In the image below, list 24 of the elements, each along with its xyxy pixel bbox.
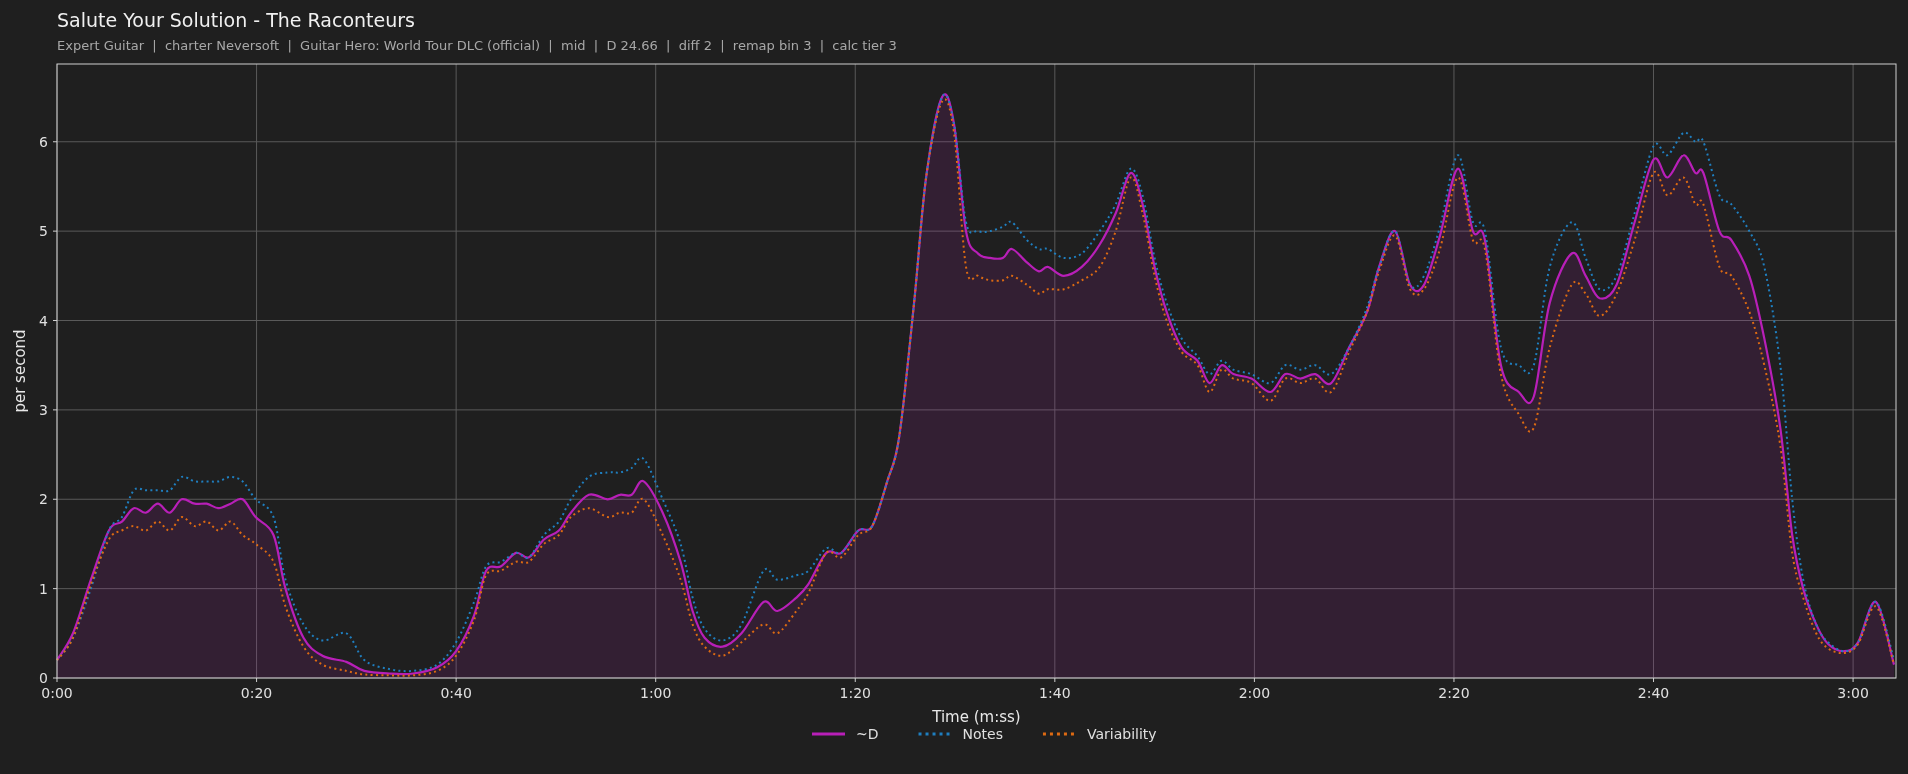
x-tick-label: 2:20: [1438, 685, 1470, 701]
x-tick-label: 3:00: [1837, 685, 1869, 701]
chart-subtitle: Expert Guitar | charter Neversoft | Guitar Hero: World Tour DLC (official) | mid | D 24.66 | diff 2 | remap bin 3 | calc tier 3: [57, 38, 897, 54]
y-tick-label: 6: [39, 133, 48, 150]
legend-label: ~D: [856, 726, 879, 742]
x-tick-label: 2:40: [1637, 685, 1670, 701]
x-tick-label: 0:40: [440, 685, 472, 701]
x-tick-label: 1:00: [639, 685, 672, 701]
x-tick-label: 2:00: [1238, 685, 1271, 701]
y-tick-label: 3: [39, 401, 48, 418]
chart-title: Salute Your Solution - The Raconteurs: [57, 8, 415, 32]
y-tick-label: 1: [39, 580, 48, 597]
y-axis-title: per second: [11, 329, 29, 413]
legend-label: Variability: [1086, 726, 1157, 742]
x-tick-label: 0:20: [240, 685, 273, 701]
y-tick-label: 4: [39, 312, 48, 329]
x-tick-label: 1:20: [839, 685, 871, 701]
y-tick-label: 0: [39, 670, 48, 686]
x-tick-label: 1:40: [1039, 685, 1071, 701]
x-axis-title: Time (m:ss): [932, 708, 1021, 726]
y-tick-label: 2: [39, 491, 48, 508]
x-tick-label: 0:00: [41, 685, 73, 701]
legend-label: Notes: [962, 726, 1003, 742]
y-tick-label: 5: [39, 223, 48, 240]
